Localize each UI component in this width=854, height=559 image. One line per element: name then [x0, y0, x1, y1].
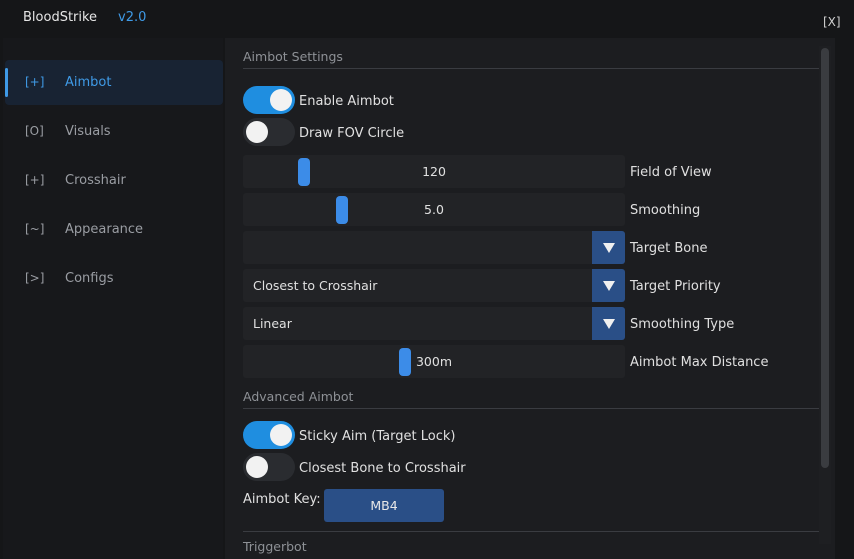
settings-content: Aimbot Settings Enable Aimbot Draw FOV C…	[225, 38, 835, 559]
scrollbar-thumb[interactable]	[821, 48, 829, 468]
section-divider	[243, 68, 819, 69]
enable-aimbot-label: Enable Aimbot	[299, 94, 394, 109]
aimbot-max-distance-slider[interactable]: 300m	[243, 345, 625, 378]
enable-aimbot-toggle[interactable]	[243, 86, 295, 114]
nav-prefix-icon: [>]	[25, 271, 45, 285]
field-of-view-label: Field of View	[630, 165, 712, 180]
smoothing-slider[interactable]: 5.0	[243, 193, 625, 226]
aimbot-max-distance-label: Aimbot Max Distance	[630, 355, 769, 370]
app-title: BloodStrike	[23, 10, 98, 25]
smoothing-label: Smoothing	[630, 203, 701, 218]
chevron-down-icon[interactable]	[592, 307, 625, 340]
section-divider	[243, 531, 819, 532]
sidebar-item-label: Configs	[65, 271, 114, 286]
chevron-down-icon[interactable]	[592, 231, 625, 264]
nav-prefix-icon: [+]	[25, 173, 45, 187]
nav-prefix-icon: [O]	[25, 124, 44, 138]
chevron-down-icon[interactable]	[592, 269, 625, 302]
target-bone-label: Target Bone	[630, 241, 708, 256]
app-version: v2.0	[118, 10, 147, 25]
draw-fov-circle-label: Draw FOV Circle	[299, 126, 405, 141]
toggle-knob	[246, 456, 268, 478]
field-of-view-value: 120	[422, 164, 446, 179]
sidebar-item-label: Crosshair	[65, 173, 126, 188]
target-priority-label: Target Priority	[630, 279, 721, 294]
section-divider	[243, 408, 819, 409]
target-priority-dropdown[interactable]: Closest to Crosshair	[243, 269, 625, 302]
sticky-aim-label: Sticky Aim (Target Lock)	[299, 429, 456, 444]
target-priority-value: Closest to Crosshair	[253, 278, 378, 293]
sidebar-item-crosshair[interactable]: [+] Crosshair	[5, 158, 223, 203]
section-title-aimbot-settings: Aimbot Settings	[243, 49, 343, 64]
sidebar: [+] Aimbot [O] Visuals [+] Crosshair [~]…	[3, 38, 223, 559]
main-window: BloodStrike v2.0 [X] [+] Aimbot [O] Visu…	[0, 0, 854, 559]
nav-prefix-icon: [+]	[25, 75, 45, 89]
toggle-knob	[270, 424, 292, 446]
field-of-view-slider[interactable]: 120	[243, 155, 625, 188]
sidebar-item-label: Appearance	[65, 222, 144, 237]
sidebar-item-label: Visuals	[65, 124, 111, 139]
closest-bone-label: Closest Bone to Crosshair	[299, 461, 466, 476]
sidebar-item-appearance[interactable]: [~] Appearance	[5, 207, 223, 252]
smoothing-value: 5.0	[424, 202, 444, 217]
section-title-triggerbot: Triggerbot	[243, 539, 307, 554]
title-bar: BloodStrike v2.0 [X]	[0, 0, 854, 38]
sidebar-item-label: Aimbot	[65, 75, 112, 90]
sidebar-item-configs[interactable]: [>] Configs	[5, 256, 223, 301]
close-button[interactable]: [X]	[823, 15, 841, 29]
smoothing-type-label: Smoothing Type	[630, 317, 735, 332]
sticky-aim-toggle[interactable]	[243, 421, 295, 449]
smoothing-type-value: Linear	[253, 316, 292, 331]
closest-bone-toggle[interactable]	[243, 453, 295, 481]
aimbot-key-button[interactable]: MB4	[324, 489, 444, 522]
smoothing-type-dropdown[interactable]: Linear	[243, 307, 625, 340]
sidebar-item-aimbot[interactable]: [+] Aimbot	[5, 60, 223, 105]
sidebar-item-visuals[interactable]: [O] Visuals	[5, 109, 223, 154]
aimbot-key-label: Aimbot Key:	[243, 492, 321, 507]
draw-fov-circle-toggle[interactable]	[243, 118, 295, 146]
section-title-advanced-aimbot: Advanced Aimbot	[243, 389, 354, 404]
toggle-knob	[270, 89, 292, 111]
toggle-knob	[246, 121, 268, 143]
aimbot-max-distance-value: 300m	[415, 354, 453, 369]
target-bone-dropdown[interactable]	[243, 231, 625, 264]
nav-prefix-icon: [~]	[25, 222, 45, 236]
